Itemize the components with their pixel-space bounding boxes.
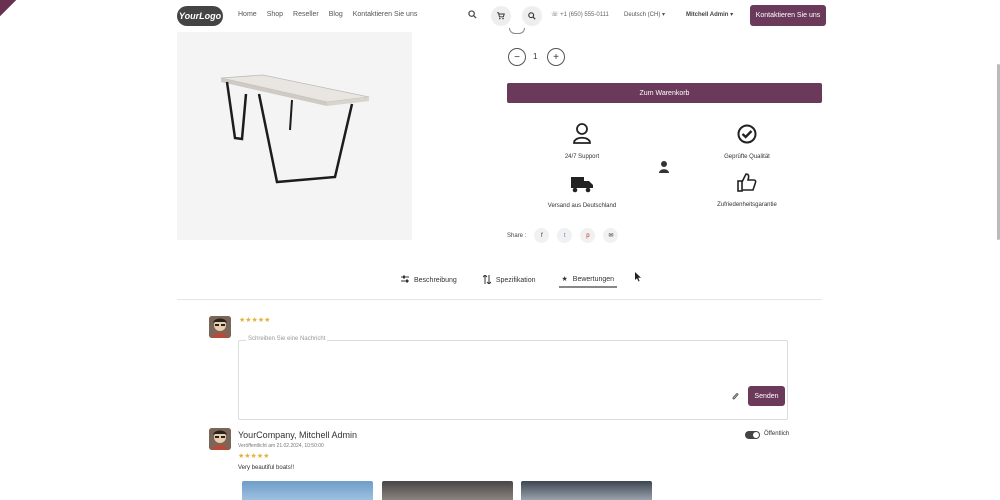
review-image-3[interactable] (521, 481, 652, 500)
share-label: Share : (507, 232, 527, 239)
nav-contact[interactable]: Kontaktieren Sie uns (353, 11, 418, 18)
email-icon[interactable]: ✉ (603, 228, 619, 243)
variant-selector-partial[interactable] (509, 28, 525, 34)
share-bar: Share : f t p ✉ (507, 228, 619, 243)
truck-icon (544, 175, 620, 193)
thumbs-up-icon (713, 172, 781, 192)
sort-icon (482, 273, 492, 286)
pinterest-icon[interactable]: p (580, 228, 596, 243)
site-header: YourLogo Home Shop Reseller Blog Kontakt… (0, 0, 1000, 32)
feature-shipping: Versand aus Deutschland (544, 175, 620, 209)
user-icon (552, 122, 612, 144)
feature-satisfaction: Zufriedenheitsgarantie (713, 172, 781, 208)
add-to-cart-button[interactable]: Zum Warenkorb (507, 83, 822, 103)
language-selector[interactable]: Deutsch (CH) ▾ (624, 11, 665, 18)
facebook-icon[interactable]: f (534, 228, 550, 243)
nav-reseller[interactable]: Reseller (293, 11, 319, 18)
tab-specification[interactable]: Spezifikation (480, 272, 539, 288)
cart-icon (497, 12, 505, 20)
search-icon (528, 12, 536, 20)
visibility-label: Öffentlich (764, 431, 790, 437)
product-image[interactable] (177, 32, 412, 240)
chat-user-icon[interactable] (658, 160, 670, 179)
check-circle-icon (716, 124, 778, 144)
search-icon[interactable] (468, 10, 477, 21)
site-logo[interactable]: YourLogo (177, 6, 223, 26)
review-image-1[interactable] (242, 481, 373, 500)
contact-button[interactable]: Kontaktieren Sie uns (750, 5, 826, 26)
nav-home[interactable]: Home (238, 11, 257, 18)
message-placeholder: Schreiben Sie eine Nachricht (246, 336, 328, 342)
quantity-decrease-button[interactable]: − (508, 48, 526, 66)
feature-quality: Geprüfte Qualität (716, 124, 778, 160)
cart-button[interactable] (491, 6, 511, 26)
twitter-icon[interactable]: t (557, 228, 573, 243)
tab-reviews[interactable]: ★ Bewertungen (558, 272, 618, 288)
mouse-cursor-icon (635, 272, 642, 284)
star-icon: ★ (561, 276, 568, 283)
review-date: Veröffentlicht am 21.02.2024, 10:50:00 (238, 443, 324, 449)
visibility-toggle[interactable] (745, 431, 760, 439)
tabs-divider (177, 299, 822, 300)
phone-number[interactable]: ☏ +1 (650) 555-0111 (551, 11, 609, 18)
chevron-down-icon: ▾ (662, 12, 666, 18)
send-button[interactable]: Senden (748, 386, 785, 406)
quantity-value[interactable]: 1 (533, 52, 537, 61)
product-page: YourLogo Home Shop Reseller Blog Kontakt… (0, 0, 1000, 500)
product-tabs: Beschreibung Spezifikation ★ Bewertungen (398, 272, 618, 288)
reviewer-avatar (209, 428, 231, 450)
quantity-increase-button[interactable]: + (547, 48, 565, 66)
review-image-2[interactable] (382, 481, 513, 500)
chevron-down-icon: ▾ (730, 12, 734, 18)
review-text: Very beautiful boats!! (238, 465, 295, 471)
paperclip-icon[interactable] (732, 392, 739, 403)
avatar (209, 316, 231, 338)
message-textarea[interactable] (238, 340, 788, 420)
feature-support: 24/7 Support (552, 122, 612, 160)
tab-description[interactable]: Beschreibung (398, 272, 460, 288)
review-author: YourCompany, Mitchell Admin (238, 430, 358, 440)
rating-stars-input[interactable]: ★★★★★ (239, 316, 270, 324)
review-stars: ★★★★★ (238, 453, 270, 460)
search-button[interactable] (522, 6, 542, 26)
sliders-icon (401, 275, 409, 285)
nav-shop[interactable]: Shop (267, 11, 283, 18)
user-menu[interactable]: Mitchell Admin ▾ (686, 11, 733, 18)
phone-icon: ☏ (551, 12, 561, 18)
main-nav: Home Shop Reseller Blog Kontaktieren Sie… (238, 11, 417, 18)
nav-blog[interactable]: Blog (329, 11, 343, 18)
